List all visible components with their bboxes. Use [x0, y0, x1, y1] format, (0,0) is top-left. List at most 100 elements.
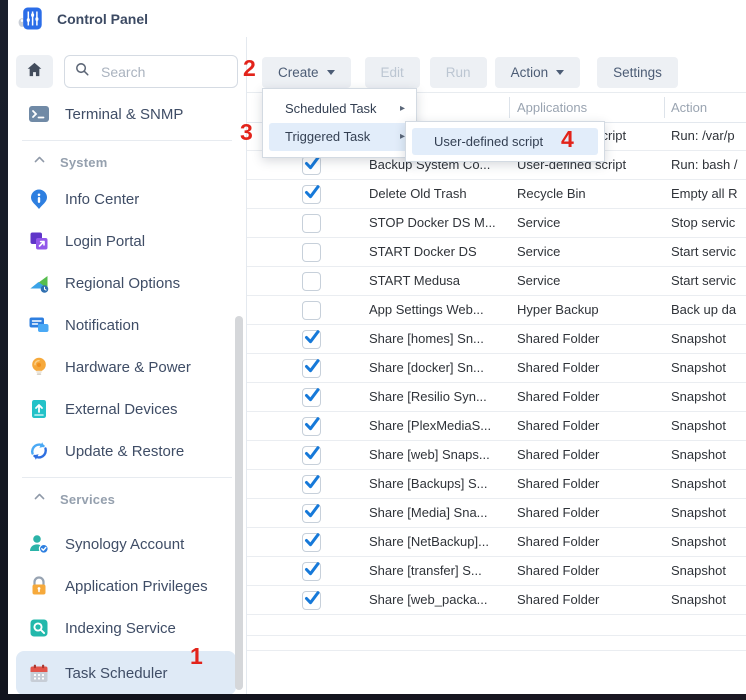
- sidebar-item-label: Indexing Service: [65, 620, 176, 637]
- run-button: Run: [430, 57, 487, 88]
- table-row[interactable]: Share [homes] Sn...Shared FolderSnapshot: [247, 325, 746, 354]
- task-name-cell: Share [NetBackup]...: [369, 528, 489, 556]
- applications-cell: Recycle Bin: [517, 180, 586, 208]
- task-name-cell: Share [web_packa...: [369, 586, 488, 614]
- checkbox-checked[interactable]: [302, 417, 321, 436]
- table-row[interactable]: Share [transfer] S...Shared FolderSnapsh…: [247, 557, 746, 586]
- sidebar-item-label: Task Scheduler: [65, 665, 168, 682]
- sidebar-item-label: Info Center: [65, 191, 139, 208]
- action-cell: Snapshot: [671, 528, 726, 556]
- sidebar-item-update-restore[interactable]: Update & Restore: [8, 430, 246, 472]
- sidebar-group-system[interactable]: System: [8, 146, 246, 178]
- annotation-4: 4: [561, 128, 574, 151]
- sidebar-item-application-privileges[interactable]: Application Privileges: [8, 565, 246, 607]
- checkbox-checked[interactable]: [302, 504, 321, 523]
- toolbar: CreateEditRunActionSettings: [262, 57, 678, 88]
- search-icon: [65, 61, 91, 83]
- sidebar-group-label: Services: [60, 492, 115, 507]
- sidebar-item-label: Login Portal: [65, 233, 145, 250]
- indexing-service-icon: [28, 617, 50, 639]
- checkbox-checked[interactable]: [302, 533, 321, 552]
- applications-cell: Shared Folder: [517, 325, 599, 353]
- applications-cell: Shared Folder: [517, 528, 599, 556]
- sidebar-scrollbar[interactable]: [235, 316, 243, 690]
- table-row[interactable]: Share [Resilio Syn...Shared FolderSnapsh…: [247, 383, 746, 412]
- sidebar-item-terminal-snmp[interactable]: Terminal & SNMP: [8, 93, 246, 135]
- sidebar-item-synology-account[interactable]: Synology Account: [8, 523, 246, 565]
- table-row[interactable]: Share [PlexMediaS...Shared FolderSnapsho…: [247, 412, 746, 441]
- table-row[interactable]: Delete Old TrashRecycle BinEmpty all R: [247, 180, 746, 209]
- table-row[interactable]: Share [docker] Sn... Shared Folder Snapsho…: [247, 354, 746, 383]
- table-row[interactable]: App Settings Web...Hyper BackupBack up d…: [247, 296, 746, 325]
- sidebar-item-label: Hardware & Power: [65, 359, 191, 376]
- button-label: Create: [278, 65, 319, 80]
- column-header-action[interactable]: Action: [671, 93, 707, 122]
- checkbox-checked[interactable]: [302, 156, 321, 175]
- notification-icon: [28, 314, 50, 336]
- task-name-cell: Share [docker] Sn...: [369, 354, 484, 382]
- table-row[interactable]: Share [web_packa...Shared FolderSnapshot: [247, 586, 746, 615]
- info-center-icon: [28, 188, 50, 210]
- checkbox-unchecked[interactable]: [302, 243, 321, 262]
- sidebar-item-hardware-power[interactable]: Hardware & Power: [8, 346, 246, 388]
- checkbox-unchecked[interactable]: [302, 272, 321, 291]
- sidebar-item-regional-options[interactable]: Regional Options: [8, 262, 246, 304]
- action-cell: Snapshot: [671, 354, 726, 382]
- external-devices-icon: [28, 398, 50, 420]
- checkbox-checked[interactable]: [302, 562, 321, 581]
- caret-down-icon: [327, 70, 335, 75]
- group-gap: [8, 515, 246, 523]
- button-label: Action: [511, 65, 549, 80]
- table-row[interactable]: STOP Docker DS M...ServiceStop servic: [247, 209, 746, 238]
- sidebar-item-label: Update & Restore: [65, 443, 184, 460]
- action-cell: Run: bash /: [671, 151, 738, 179]
- table-row[interactable]: START Docker DSServiceStart servic: [247, 238, 746, 267]
- settings-button[interactable]: Settings: [597, 57, 678, 88]
- checkbox-checked[interactable]: [302, 388, 321, 407]
- create-submenu: User-defined script: [405, 121, 605, 162]
- sidebar-item-task-scheduler[interactable]: Task Scheduler: [16, 651, 236, 694]
- hardware-power-icon: [28, 356, 50, 378]
- column-header-applications[interactable]: Applications: [517, 93, 587, 122]
- checkbox-checked[interactable]: [302, 359, 321, 378]
- checkbox-checked[interactable]: [302, 330, 321, 349]
- sidebar-item-login-portal[interactable]: Login Portal: [8, 220, 246, 262]
- sidebar-group-services[interactable]: Services: [8, 483, 246, 515]
- table-row[interactable]: Share [Backups] S...Shared FolderSnapsho…: [247, 470, 746, 499]
- table-row[interactable]: Share [web] Snaps...Shared FolderSnapsho…: [247, 441, 746, 470]
- column-separator: [509, 97, 510, 118]
- task-name-cell: Delete Old Trash: [369, 180, 467, 208]
- menu-item-triggered-task[interactable]: Triggered Task▸: [269, 123, 410, 151]
- sidebar-item-notification[interactable]: Notification: [8, 304, 246, 346]
- table-row[interactable]: Share [NetBackup]... Shared Folder Snapsho…: [247, 528, 746, 557]
- checkbox-checked[interactable]: [302, 185, 321, 204]
- sidebar-item-external-devices[interactable]: External Devices: [8, 388, 246, 430]
- checkbox-checked[interactable]: [302, 475, 321, 494]
- action-button[interactable]: Action: [495, 57, 581, 88]
- menu-item-scheduled-task[interactable]: Scheduled Task▸: [263, 95, 416, 123]
- action-cell: Snapshot: [671, 412, 726, 440]
- checkbox-unchecked[interactable]: [302, 214, 321, 233]
- control-panel-icon: [17, 5, 44, 32]
- table-row[interactable]: Share [Media] Sna...Shared FolderSnapsho…: [247, 499, 746, 528]
- button-label: Settings: [613, 65, 662, 80]
- search-box[interactable]: [64, 55, 238, 88]
- sidebar-item-info-center[interactable]: Info Center: [8, 178, 246, 220]
- action-cell: Start servic: [671, 238, 736, 266]
- action-cell: Stop servic: [671, 209, 735, 237]
- sidebar-divider: [22, 477, 232, 478]
- task-name-cell: Share [Media] Sna...: [369, 499, 488, 527]
- table-row[interactable]: START MedusaServiceStart servic: [247, 267, 746, 296]
- applications-cell: Hyper Backup: [517, 296, 599, 324]
- checkbox-checked[interactable]: [302, 591, 321, 610]
- sidebar-item-indexing-service[interactable]: Indexing Service: [8, 607, 246, 649]
- search-input[interactable]: [99, 63, 223, 81]
- home-button[interactable]: [16, 55, 53, 88]
- checkbox-unchecked[interactable]: [302, 301, 321, 320]
- sidebar-group-label: System: [60, 155, 107, 170]
- sidebar-item-label: Synology Account: [65, 536, 184, 553]
- create-button[interactable]: Create: [262, 57, 351, 88]
- checkbox-checked[interactable]: [302, 446, 321, 465]
- applications-cell: Shared Folder: [517, 412, 599, 440]
- applications-cell: Shared Folder: [517, 354, 599, 382]
